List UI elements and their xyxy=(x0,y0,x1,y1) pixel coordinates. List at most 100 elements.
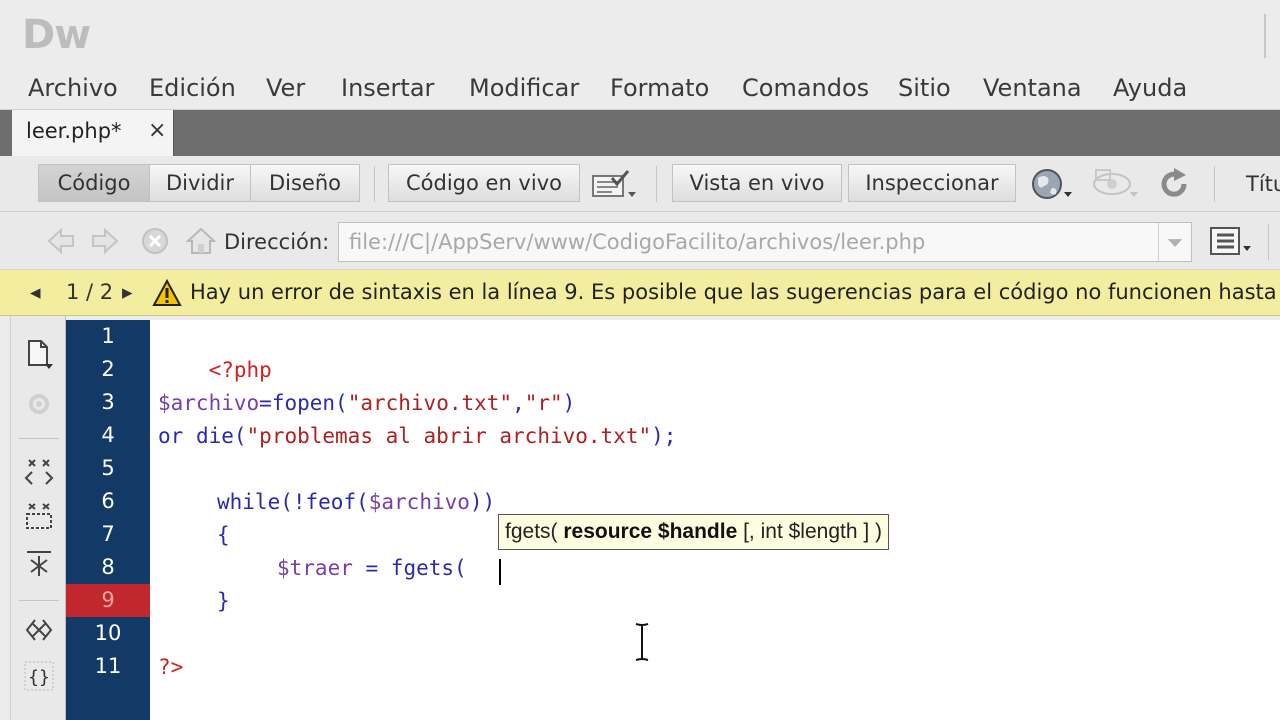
previous-error-arrow-icon[interactable]: ◂ xyxy=(30,280,41,304)
code-token: $archivo xyxy=(368,490,470,514)
code-token: fgets xyxy=(390,556,455,580)
menu-modificar[interactable]: Modificar xyxy=(469,74,579,102)
line-number[interactable]: 6 xyxy=(66,485,150,518)
code-token: )) xyxy=(469,490,496,514)
code-token: "r" xyxy=(524,391,563,415)
code-token: while xyxy=(217,490,281,514)
balance-braces-icon[interactable]: {} xyxy=(23,660,55,692)
code-token: fopen xyxy=(271,391,336,415)
error-line-number[interactable]: 9 xyxy=(66,584,150,617)
coding-toolbar-divider xyxy=(19,600,59,601)
globe-icon[interactable] xyxy=(1030,166,1074,202)
split-view-button[interactable]: Dividir xyxy=(149,164,251,202)
collapse-selection-icon[interactable] xyxy=(23,500,55,532)
code-token: ( xyxy=(233,424,247,448)
browser-navigation-bar: Dirección: file:///C|/AppServ/www/Codigo… xyxy=(0,212,1280,270)
code-line-7[interactable]: { xyxy=(217,519,230,552)
menu-insertar[interactable]: Insertar xyxy=(341,74,434,102)
menu-archivo[interactable]: Archivo xyxy=(28,74,118,102)
syntax-error-bar: ◂ 1 / 2 ▸ Hay un error de sintaxis en la… xyxy=(0,270,1280,316)
warning-icon xyxy=(152,279,182,306)
code-hint-tooltip: fgets( resource $handle [, int $length ]… xyxy=(498,514,890,550)
code-token: "problemas al abrir archivo.txt" xyxy=(246,424,652,448)
toolbar-divider xyxy=(656,166,657,202)
open-documents-icon[interactable] xyxy=(23,338,55,370)
menu-edicion[interactable]: Edición xyxy=(149,74,236,102)
forward-arrow-icon[interactable] xyxy=(90,226,120,256)
code-token: ( xyxy=(454,556,467,580)
refresh-icon[interactable] xyxy=(1156,166,1192,202)
line-number[interactable]: 2 xyxy=(66,353,150,386)
code-token: = xyxy=(352,556,391,580)
coding-toolbar-divider xyxy=(19,438,59,439)
tooltip-prefix: fgets( xyxy=(505,520,564,543)
live-code-button[interactable]: Código en vivo xyxy=(388,164,580,202)
code-line-8[interactable]: $traer = fgets( xyxy=(277,552,467,585)
code-token: "archivo.txt" xyxy=(347,391,513,415)
menu-bar: Archivo Edición Ver Insertar Modificar F… xyxy=(0,68,1280,110)
preview-eye-icon[interactable] xyxy=(1090,166,1140,202)
title-field-label: Títu xyxy=(1246,172,1280,196)
collapse-full-tag-icon[interactable] xyxy=(23,454,55,486)
code-token: die xyxy=(195,424,234,448)
title-bar: Dw xyxy=(0,0,1280,68)
menu-sitio[interactable]: Sitio xyxy=(898,74,951,102)
code-token: or xyxy=(158,424,196,448)
file-management-gear-icon[interactable] xyxy=(23,388,55,420)
app-logo: Dw xyxy=(22,12,91,58)
stop-icon[interactable] xyxy=(140,226,170,256)
php-close-tag: ?> xyxy=(158,655,184,679)
code-line-1[interactable]: <?php xyxy=(158,321,272,382)
code-token: , xyxy=(512,391,525,415)
menu-ver[interactable]: Ver xyxy=(266,74,305,102)
chevron-down-icon[interactable] xyxy=(1158,223,1191,261)
line-number[interactable]: 11 xyxy=(66,650,150,683)
code-view-button[interactable]: Código xyxy=(38,164,150,202)
line-number[interactable]: 5 xyxy=(66,452,150,485)
code-line-6[interactable]: while(!feof($archivo)) xyxy=(217,486,495,519)
coding-toolbar: {} xyxy=(10,316,66,720)
inspect-button[interactable]: Inspeccionar xyxy=(848,164,1016,202)
code-line-3[interactable]: $archivo=fopen("archivo.txt","r") xyxy=(158,387,575,420)
code-token: } xyxy=(217,589,230,613)
options-menu-icon[interactable] xyxy=(1208,224,1254,258)
back-arrow-icon[interactable] xyxy=(46,226,76,256)
line-number[interactable]: 1 xyxy=(66,320,150,353)
code-token: = xyxy=(259,391,272,415)
next-error-arrow-icon[interactable]: ▸ xyxy=(122,280,133,304)
design-view-button[interactable]: Diseño xyxy=(250,164,360,202)
expand-all-icon[interactable] xyxy=(23,546,55,578)
menu-ayuda[interactable]: Ayuda xyxy=(1113,74,1187,102)
code-token: (! xyxy=(280,490,306,514)
line-number[interactable]: 10 xyxy=(66,617,150,650)
document-tab[interactable]: leer.php* × xyxy=(12,110,174,156)
code-line-11[interactable]: ?> xyxy=(158,651,183,684)
code-line-9[interactable]: } xyxy=(217,585,230,618)
close-icon[interactable]: × xyxy=(148,118,166,143)
line-number[interactable]: 4 xyxy=(66,419,150,452)
home-icon[interactable] xyxy=(186,226,216,256)
select-parent-tag-icon[interactable] xyxy=(23,614,55,646)
toolbar-divider xyxy=(1214,166,1215,202)
code-token: $archivo xyxy=(158,391,260,415)
php-open-tag: <?php xyxy=(208,358,272,382)
menu-ventana[interactable]: Ventana xyxy=(983,74,1082,102)
menu-comandos[interactable]: Comandos xyxy=(742,74,869,102)
menu-formato[interactable]: Formato xyxy=(610,74,709,102)
address-input[interactable]: file:///C|/AppServ/www/CodigoFacilito/ar… xyxy=(338,222,1192,262)
line-number[interactable]: 7 xyxy=(66,518,150,551)
code-line-4[interactable]: or die("problemas al abrir archivo.txt")… xyxy=(158,420,676,453)
document-toolbar: Código Dividir Diseño Código en vivo Vis… xyxy=(0,156,1280,212)
code-token: ( xyxy=(335,391,348,415)
live-view-button[interactable]: Vista en vivo xyxy=(672,164,842,202)
line-number[interactable]: 3 xyxy=(66,386,150,419)
document-tab-bar: leer.php* × xyxy=(0,110,1280,156)
code-token: ( xyxy=(356,490,369,514)
document-tab-label: leer.php* xyxy=(26,119,122,143)
line-number-gutter: 1 2 3 4 5 6 7 8 9 10 11 xyxy=(66,320,150,720)
address-label: Dirección: xyxy=(224,230,330,254)
line-number[interactable]: 8 xyxy=(66,551,150,584)
toolbar-divider xyxy=(1268,224,1269,260)
text-caret xyxy=(499,559,501,585)
browser-check-icon[interactable] xyxy=(590,166,638,202)
